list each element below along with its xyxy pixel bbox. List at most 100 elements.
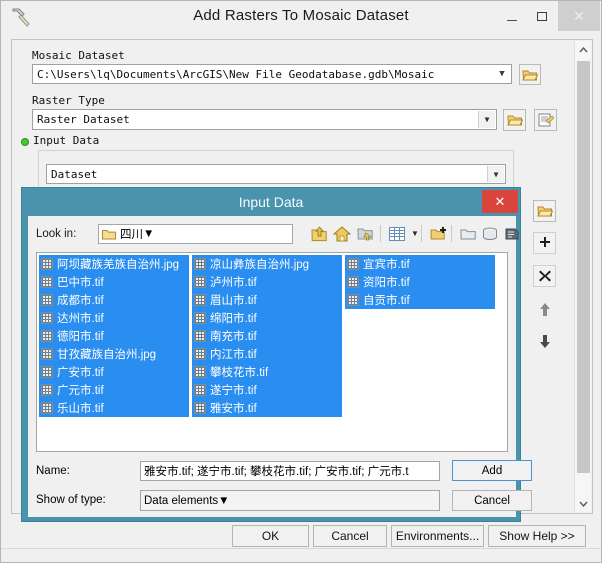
file-list-item-label: 泸州市.tif — [210, 277, 257, 289]
move-up-button[interactable] — [533, 298, 556, 320]
input-data-dialog-body: Look in: 四川 ▼ ▼ 阿坝藏族羌族自治州.jpg 巴中市.tif 成都… — [28, 216, 532, 517]
mosaic-dataset-input[interactable]: C:\Users\lq\Documents\ArcGIS\New File Ge… — [32, 64, 512, 84]
file-list-item[interactable]: 眉山市.tif — [192, 291, 342, 309]
file-list-item-label: 自贡市.tif — [363, 295, 410, 307]
maximize-icon — [537, 11, 547, 21]
raster-type-properties-button[interactable] — [534, 109, 557, 131]
plus-icon — [539, 237, 550, 247]
file-list-item[interactable]: 遂宁市.tif — [192, 381, 342, 399]
raster-file-icon — [41, 366, 53, 378]
panel-vertical-scrollbar[interactable] — [574, 41, 591, 512]
raster-file-icon — [41, 276, 53, 288]
input-data-dialog-close-button[interactable]: ✕ — [482, 190, 518, 213]
raster-type-browse-button[interactable] — [503, 109, 526, 131]
raster-file-icon — [194, 402, 206, 414]
file-list-item[interactable]: 南充市.tif — [192, 327, 342, 345]
move-down-button[interactable] — [533, 330, 556, 352]
file-list-item-label: 资阳市.tif — [363, 277, 410, 289]
chevron-down-icon — [579, 501, 588, 507]
file-list-item[interactable]: 绵阳市.tif — [192, 309, 342, 327]
scroll-up-button[interactable] — [575, 41, 592, 58]
input-data-label: Input Data — [33, 134, 100, 147]
file-list-item[interactable]: 广安市.tif — [39, 363, 189, 381]
environments-button[interactable]: Environments... — [391, 525, 484, 547]
raster-file-icon — [41, 348, 53, 360]
file-list-item[interactable]: 乐山市.tif — [39, 399, 189, 417]
file-list-item-label: 雅安市.tif — [210, 403, 257, 415]
file-list-item[interactable]: 广元市.tif — [39, 381, 189, 399]
file-list-item-label: 达州市.tif — [57, 313, 104, 325]
show-of-type-label: Show of type: — [36, 494, 106, 506]
close-icon: ✕ — [494, 193, 506, 209]
server-connection-icon[interactable] — [501, 223, 523, 244]
mosaic-dataset-dropdown-icon[interactable]: ▼ — [495, 69, 509, 79]
raster-file-icon — [41, 402, 53, 414]
file-list-item[interactable]: 资阳市.tif — [345, 273, 495, 291]
file-list-item[interactable]: 攀枝花市.tif — [192, 363, 342, 381]
input-data-dialog: Input Data ✕ Look in: 四川 ▼ ▼ 阿坝藏族羌族自治州.j… — [21, 187, 532, 522]
ok-button-label: OK — [261, 529, 280, 543]
scroll-thumb[interactable] — [577, 61, 590, 473]
remove-row-button[interactable] — [533, 265, 556, 287]
add-row-button[interactable] — [533, 232, 556, 254]
file-list-item[interactable]: 德阳市.tif — [39, 327, 189, 345]
file-list-item[interactable]: 雅安市.tif — [192, 399, 342, 417]
show-of-type-chevron-down-icon[interactable]: ▼ — [218, 495, 229, 507]
mosaic-dataset-label: Mosaic Dataset — [32, 49, 125, 62]
file-list-item[interactable]: 泸州市.tif — [192, 273, 342, 291]
show-of-type-select[interactable]: Data elements ▼ — [140, 490, 440, 511]
raster-file-icon — [194, 348, 206, 360]
file-list-item-label: 南充市.tif — [210, 331, 257, 343]
show-help-button[interactable]: Show Help >> — [488, 525, 586, 547]
input-data-browse-button[interactable] — [533, 200, 556, 222]
file-list-item[interactable]: 成都市.tif — [39, 291, 189, 309]
database-connection-icon[interactable] — [479, 223, 501, 244]
look-in-chevron-down-icon[interactable]: ▼ — [143, 228, 154, 240]
raster-type-chevron-down-icon[interactable]: ▼ — [478, 111, 495, 128]
arrow-down-icon — [539, 334, 550, 348]
new-folder-connection-icon[interactable] — [427, 223, 449, 244]
maximize-button[interactable] — [528, 1, 556, 31]
file-list-item-label: 宜宾市.tif — [363, 259, 410, 271]
home-folder-icon[interactable] — [331, 223, 353, 244]
raster-file-icon — [41, 258, 53, 270]
file-list[interactable]: 阿坝藏族羌族自治州.jpg 巴中市.tif 成都市.tif 达州市.tif 德阳市.ti… — [36, 252, 508, 452]
input-data-mode-select[interactable]: Dataset ▼ — [46, 164, 506, 184]
file-list-item-label: 眉山市.tif — [210, 295, 257, 307]
minimize-button[interactable] — [498, 1, 526, 31]
file-list-item[interactable]: 凉山彝族自治州.jpg — [192, 255, 342, 273]
scroll-down-button[interactable] — [575, 495, 592, 512]
window-statusbar — [1, 548, 601, 562]
file-list-column: 宜宾市.tif 资阳市.tif 自贡市.tif — [345, 255, 495, 309]
input-data-mode-chevron-down-icon[interactable]: ▼ — [487, 166, 504, 182]
file-list-item[interactable]: 内江市.tif — [192, 345, 342, 363]
up-one-level-icon[interactable] — [308, 223, 330, 244]
folder-connection-icon[interactable] — [457, 223, 479, 244]
file-list-item[interactable]: 自贡市.tif — [345, 291, 495, 309]
file-list-item-label: 甘孜藏族自治州.jpg — [57, 349, 157, 361]
ok-button[interactable]: OK — [232, 525, 309, 547]
file-list-item[interactable]: 宜宾市.tif — [345, 255, 495, 273]
add-button[interactable]: Add — [452, 460, 532, 481]
look-in-select[interactable]: 四川 ▼ — [98, 224, 293, 244]
mosaic-dataset-browse-button[interactable] — [519, 64, 541, 85]
file-list-item[interactable]: 阿坝藏族羌族自治州.jpg — [39, 255, 189, 273]
file-list-item-label: 绵阳市.tif — [210, 313, 257, 325]
view-dropdown-icon[interactable]: ▼ — [404, 223, 426, 244]
cancel-button[interactable]: Cancel — [313, 525, 387, 547]
add-rasters-window: Add Rasters To Mosaic Dataset ✕ Mosaic D… — [0, 0, 602, 563]
name-input[interactable]: 雅安市.tif; 遂宁市.tif; 攀枝花市.tif; 广安市.tif; 广元市… — [140, 461, 440, 481]
open-folder-icon — [522, 70, 538, 80]
arrow-up-icon — [539, 302, 550, 316]
go-to-folder-icon[interactable] — [354, 223, 376, 244]
file-list-item-label: 广元市.tif — [57, 385, 104, 397]
file-list-item[interactable]: 达州市.tif — [39, 309, 189, 327]
file-list-item[interactable]: 巴中市.tif — [39, 273, 189, 291]
raster-file-icon — [347, 258, 359, 270]
close-button[interactable]: ✕ — [558, 1, 600, 31]
raster-file-icon — [347, 276, 359, 288]
raster-type-select[interactable]: Raster Dataset ▼ — [32, 109, 497, 130]
file-list-item[interactable]: 甘孜藏族自治州.jpg — [39, 345, 189, 363]
dialog-cancel-button[interactable]: Cancel — [452, 490, 532, 511]
toolbar-separator-3 — [451, 225, 452, 242]
